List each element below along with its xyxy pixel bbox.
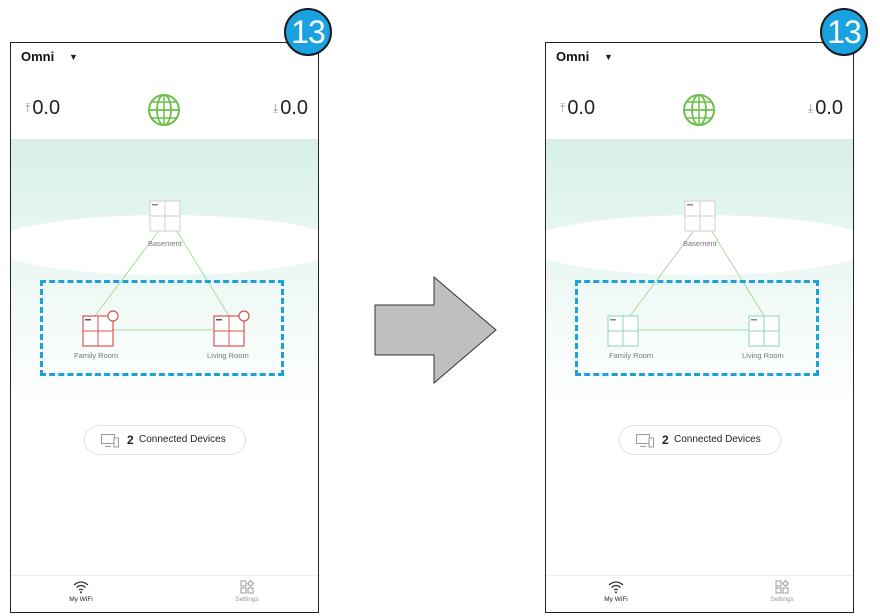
connected-count: 2 — [127, 433, 134, 447]
right-arrow-icon — [374, 276, 497, 384]
bottom-nav: My WiFi Settings — [11, 575, 318, 612]
nav-settings[interactable]: Settings — [217, 580, 277, 603]
monitor-icon — [636, 434, 654, 448]
highlight-box — [575, 280, 819, 376]
screen: Omni ▼ ⤒ 0.0 ⤓ 0.0 Basement Family Room … — [0, 0, 880, 616]
phone-before: Omni ▼ ⤒ 0.0 ⤓ 0.0 Basement Family Room … — [10, 42, 319, 613]
node-label-basement: Basement — [683, 239, 717, 248]
node-basement[interactable] — [684, 200, 716, 232]
node-label-basement: Basement — [148, 239, 182, 248]
connected-devices-button[interactable]: 2 Connected Devices — [619, 425, 781, 455]
connected-devices-button[interactable]: 2 Connected Devices — [84, 425, 246, 455]
nav-my-wifi[interactable]: My WiFi — [586, 580, 646, 603]
connected-count: 2 — [662, 433, 669, 447]
phone-after: Omni ▼ ⤒ 0.0 ⤓ 0.0 Basement Family Room … — [545, 42, 854, 613]
nav-settings[interactable]: Settings — [752, 580, 812, 603]
step-badge: 13 — [820, 8, 868, 56]
nav-my-wifi-label: My WiFi — [604, 596, 628, 603]
connected-label: Connected Devices — [674, 434, 761, 445]
wifi-icon — [608, 581, 624, 594]
monitor-icon — [101, 434, 119, 448]
nav-my-wifi-label: My WiFi — [69, 596, 93, 603]
highlight-box — [40, 280, 284, 376]
nav-settings-label: Settings — [235, 596, 259, 603]
node-basement[interactable] — [149, 200, 181, 232]
settings-grid-icon — [775, 580, 790, 594]
connected-label: Connected Devices — [139, 434, 226, 445]
nav-my-wifi[interactable]: My WiFi — [51, 580, 111, 603]
wifi-icon — [73, 581, 89, 594]
bottom-nav: My WiFi Settings — [546, 575, 853, 612]
nav-settings-label: Settings — [770, 596, 794, 603]
settings-grid-icon — [240, 580, 255, 594]
step-badge: 13 — [284, 8, 332, 56]
